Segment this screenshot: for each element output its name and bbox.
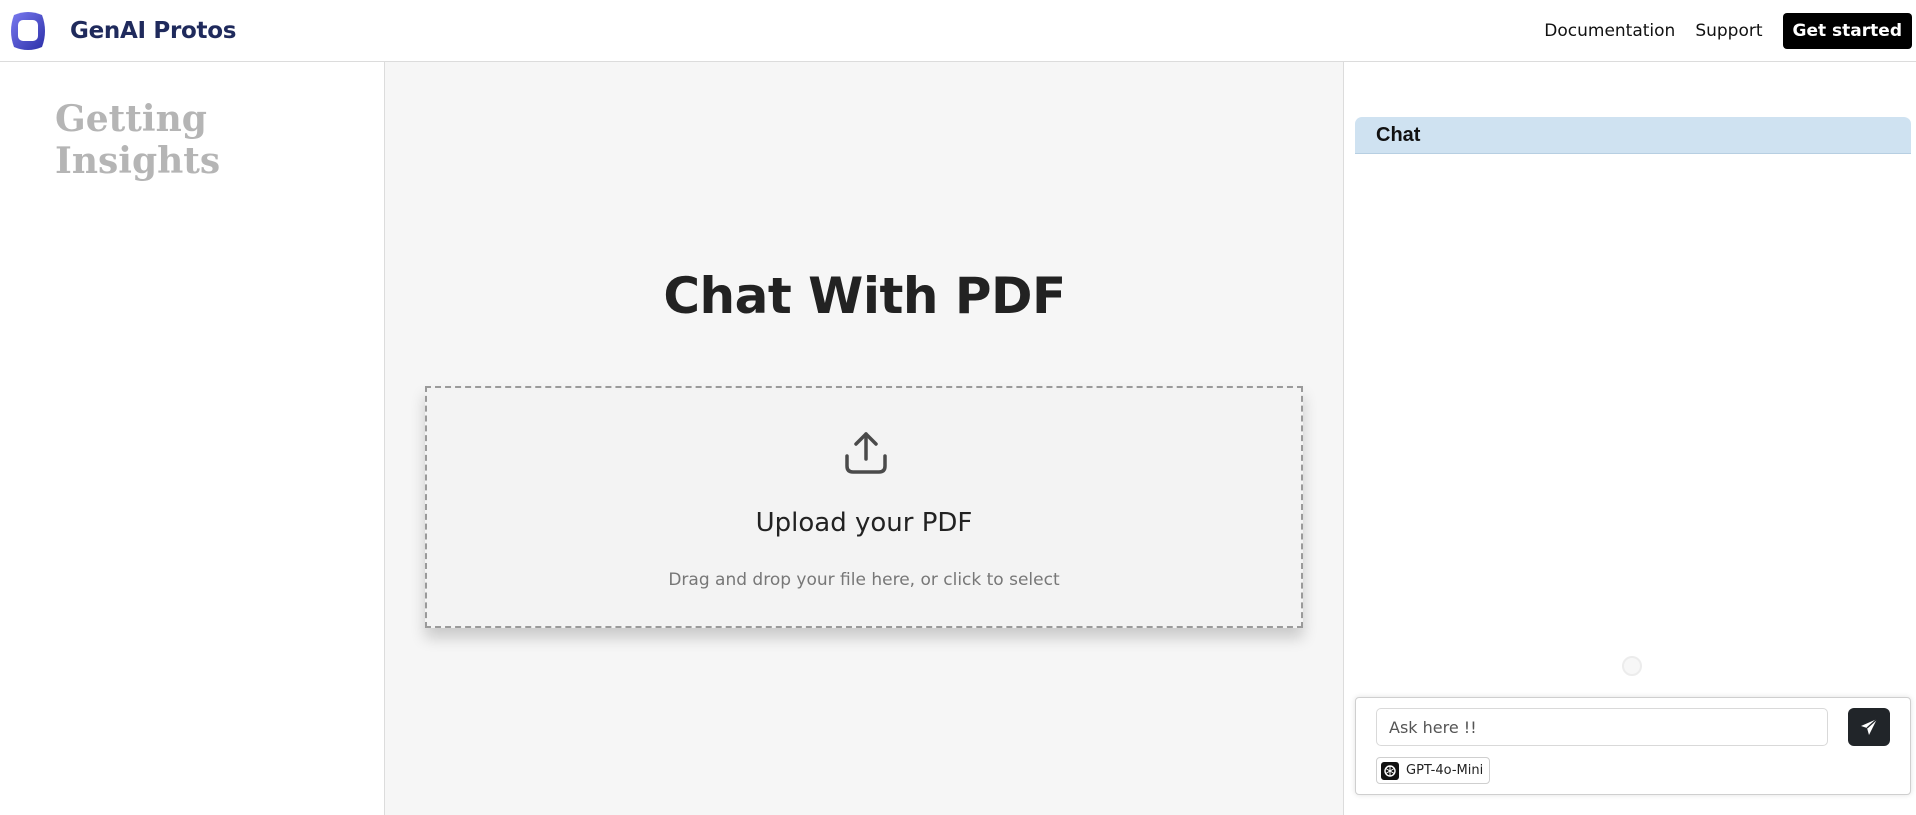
top-navbar: GenAI Protos Documentation Support Get s… <box>0 0 1916 62</box>
model-label: GPT-4o-Mini <box>1406 763 1484 778</box>
chat-input[interactable] <box>1376 708 1828 746</box>
pdf-dropzone[interactable]: Upload your PDF Drag and drop your file … <box>425 386 1303 628</box>
send-button[interactable] <box>1848 708 1890 746</box>
main-panel: Chat With PDF Upload your PDF Drag and d… <box>385 62 1344 815</box>
page-title: Chat With PDF <box>663 267 1066 325</box>
chat-header: Chat <box>1355 117 1911 154</box>
openai-icon <box>1381 761 1399 780</box>
chat-header-label: Chat <box>1376 124 1421 146</box>
brand[interactable]: GenAI Protos <box>6 9 236 53</box>
insights-title: Getting Insights <box>55 98 221 182</box>
upload-icon <box>845 432 887 474</box>
chat-composer: GPT-4o-Mini <box>1355 697 1911 795</box>
nav-links: Documentation Support Get started <box>1544 13 1912 49</box>
brand-name: GenAI Protos <box>70 18 237 44</box>
chat-panel: Chat GPT-4o-Mini <box>1344 62 1916 815</box>
genai-logo-icon <box>11 12 45 50</box>
nav-link-documentation[interactable]: Documentation <box>1544 21 1675 41</box>
loading-spinner <box>1622 656 1642 676</box>
paper-plane-icon <box>1861 718 1878 735</box>
get-started-button[interactable]: Get started <box>1782 13 1912 49</box>
dropzone-subtitle: Drag and drop your file here, or click t… <box>668 570 1060 590</box>
dropzone-title: Upload your PDF <box>755 508 973 538</box>
nav-link-support[interactable]: Support <box>1695 21 1762 41</box>
model-selector[interactable]: GPT-4o-Mini <box>1376 757 1491 784</box>
left-sidebar: Getting Insights <box>0 62 385 815</box>
